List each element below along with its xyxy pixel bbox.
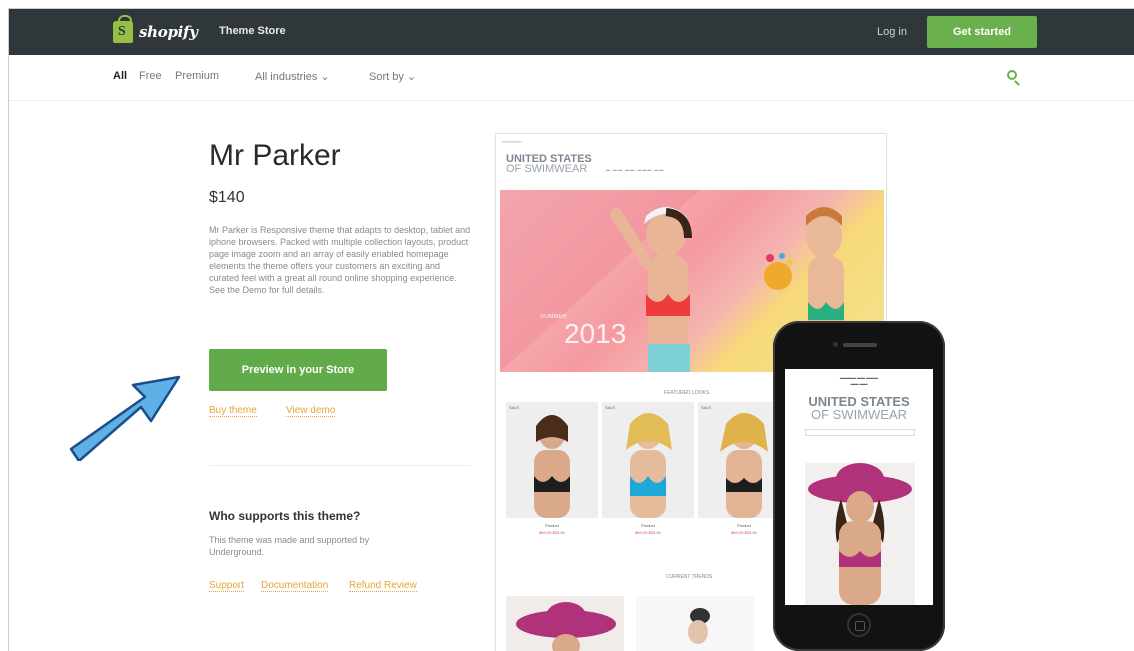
phone-brand: UNITED STATES OF SWIMWEAR [808,394,910,422]
phone-product-image [805,463,915,605]
hero-year: 2013 [564,318,627,349]
phone-home-button [847,613,871,637]
theme-description: Mr Parker is Responsive theme that adapt… [209,225,471,295]
product-card: SALE [602,402,694,518]
get-started-button[interactable]: Get started [927,16,1037,48]
login-link[interactable]: Log in [877,26,907,38]
trends-section-label: CURRENT TRENDS [666,574,713,580]
filter-free[interactable]: Free [139,70,162,82]
theme-title: Mr Parker [209,139,341,172]
filter-bar: All Free Premium All industries ⌄ Sort b… [9,55,1134,101]
search-icon[interactable] [1007,70,1017,80]
top-navigation-bar: shopify Theme Store Log in Get started [9,9,1134,55]
section-divider [209,465,471,466]
phone-camera-icon [833,342,838,347]
view-demo-link[interactable]: View demo [286,405,336,417]
refund-review-link[interactable]: Refund Review [349,580,417,592]
sort-by-dropdown[interactable]: Sort by ⌄ [369,70,416,83]
phone-screen: ▬▬▬▬ ▬▬ ▬▬▬ ▬▬ ▬▬ UNITED STATES OF SWIMWEA… [785,369,933,605]
theme-price: $140 [209,189,245,206]
phone-search-field [805,429,915,436]
phone-speaker [843,343,877,347]
mockup-topline: ▪▪▪▪▪▪▪▪▪▪▪▪▪▪ [502,139,522,144]
filter-premium[interactable]: Premium [175,70,219,82]
phone-theme-preview: ▬▬▬▬ ▬▬ ▬▬▬ ▬▬ ▬▬ UNITED STATES OF SWIMWEA… [773,321,945,651]
mockup-nav: ▬ ▬▬ ▬▬ ▬▬▬ ▬▬ [606,167,665,172]
brand-name: shopify [139,23,198,41]
theme-store-link[interactable]: Theme Store [219,25,286,37]
browser-frame: shopify Theme Store Log in Get started A… [8,8,1134,651]
preview-in-store-button[interactable]: Preview in your Store [209,349,387,391]
phone-topline: ▬▬▬▬ ▬▬ ▬▬▬ ▬▬ ▬▬ [839,375,879,386]
support-link[interactable]: Support [209,580,245,592]
filter-all[interactable]: All [113,70,127,82]
filter-industries-dropdown[interactable]: All industries ⌄ [255,70,330,83]
product-card-lower [636,596,754,651]
buy-theme-link[interactable]: Buy theme [209,405,257,417]
shopify-logo[interactable]: shopify [113,15,198,45]
annotation-arrow-icon [69,375,181,461]
documentation-link[interactable]: Documentation [261,580,329,592]
support-heading: Who supports this theme? [209,509,361,523]
support-text: This theme was made and supported by Und… [209,535,370,557]
product-card-lower [506,596,624,651]
hero-caption: SUMMER [540,314,567,320]
mockup-brand: UNITED STATES OF SWIMWEAR [506,153,592,175]
product-info: Product $40.00 $20.00 [635,523,661,535]
product-card: SALE [506,402,598,518]
product-info: Product $40.00 $20.00 [539,523,565,535]
shopify-bag-icon [113,15,133,43]
featured-section-label: FEATURED LOOKS [664,390,710,396]
